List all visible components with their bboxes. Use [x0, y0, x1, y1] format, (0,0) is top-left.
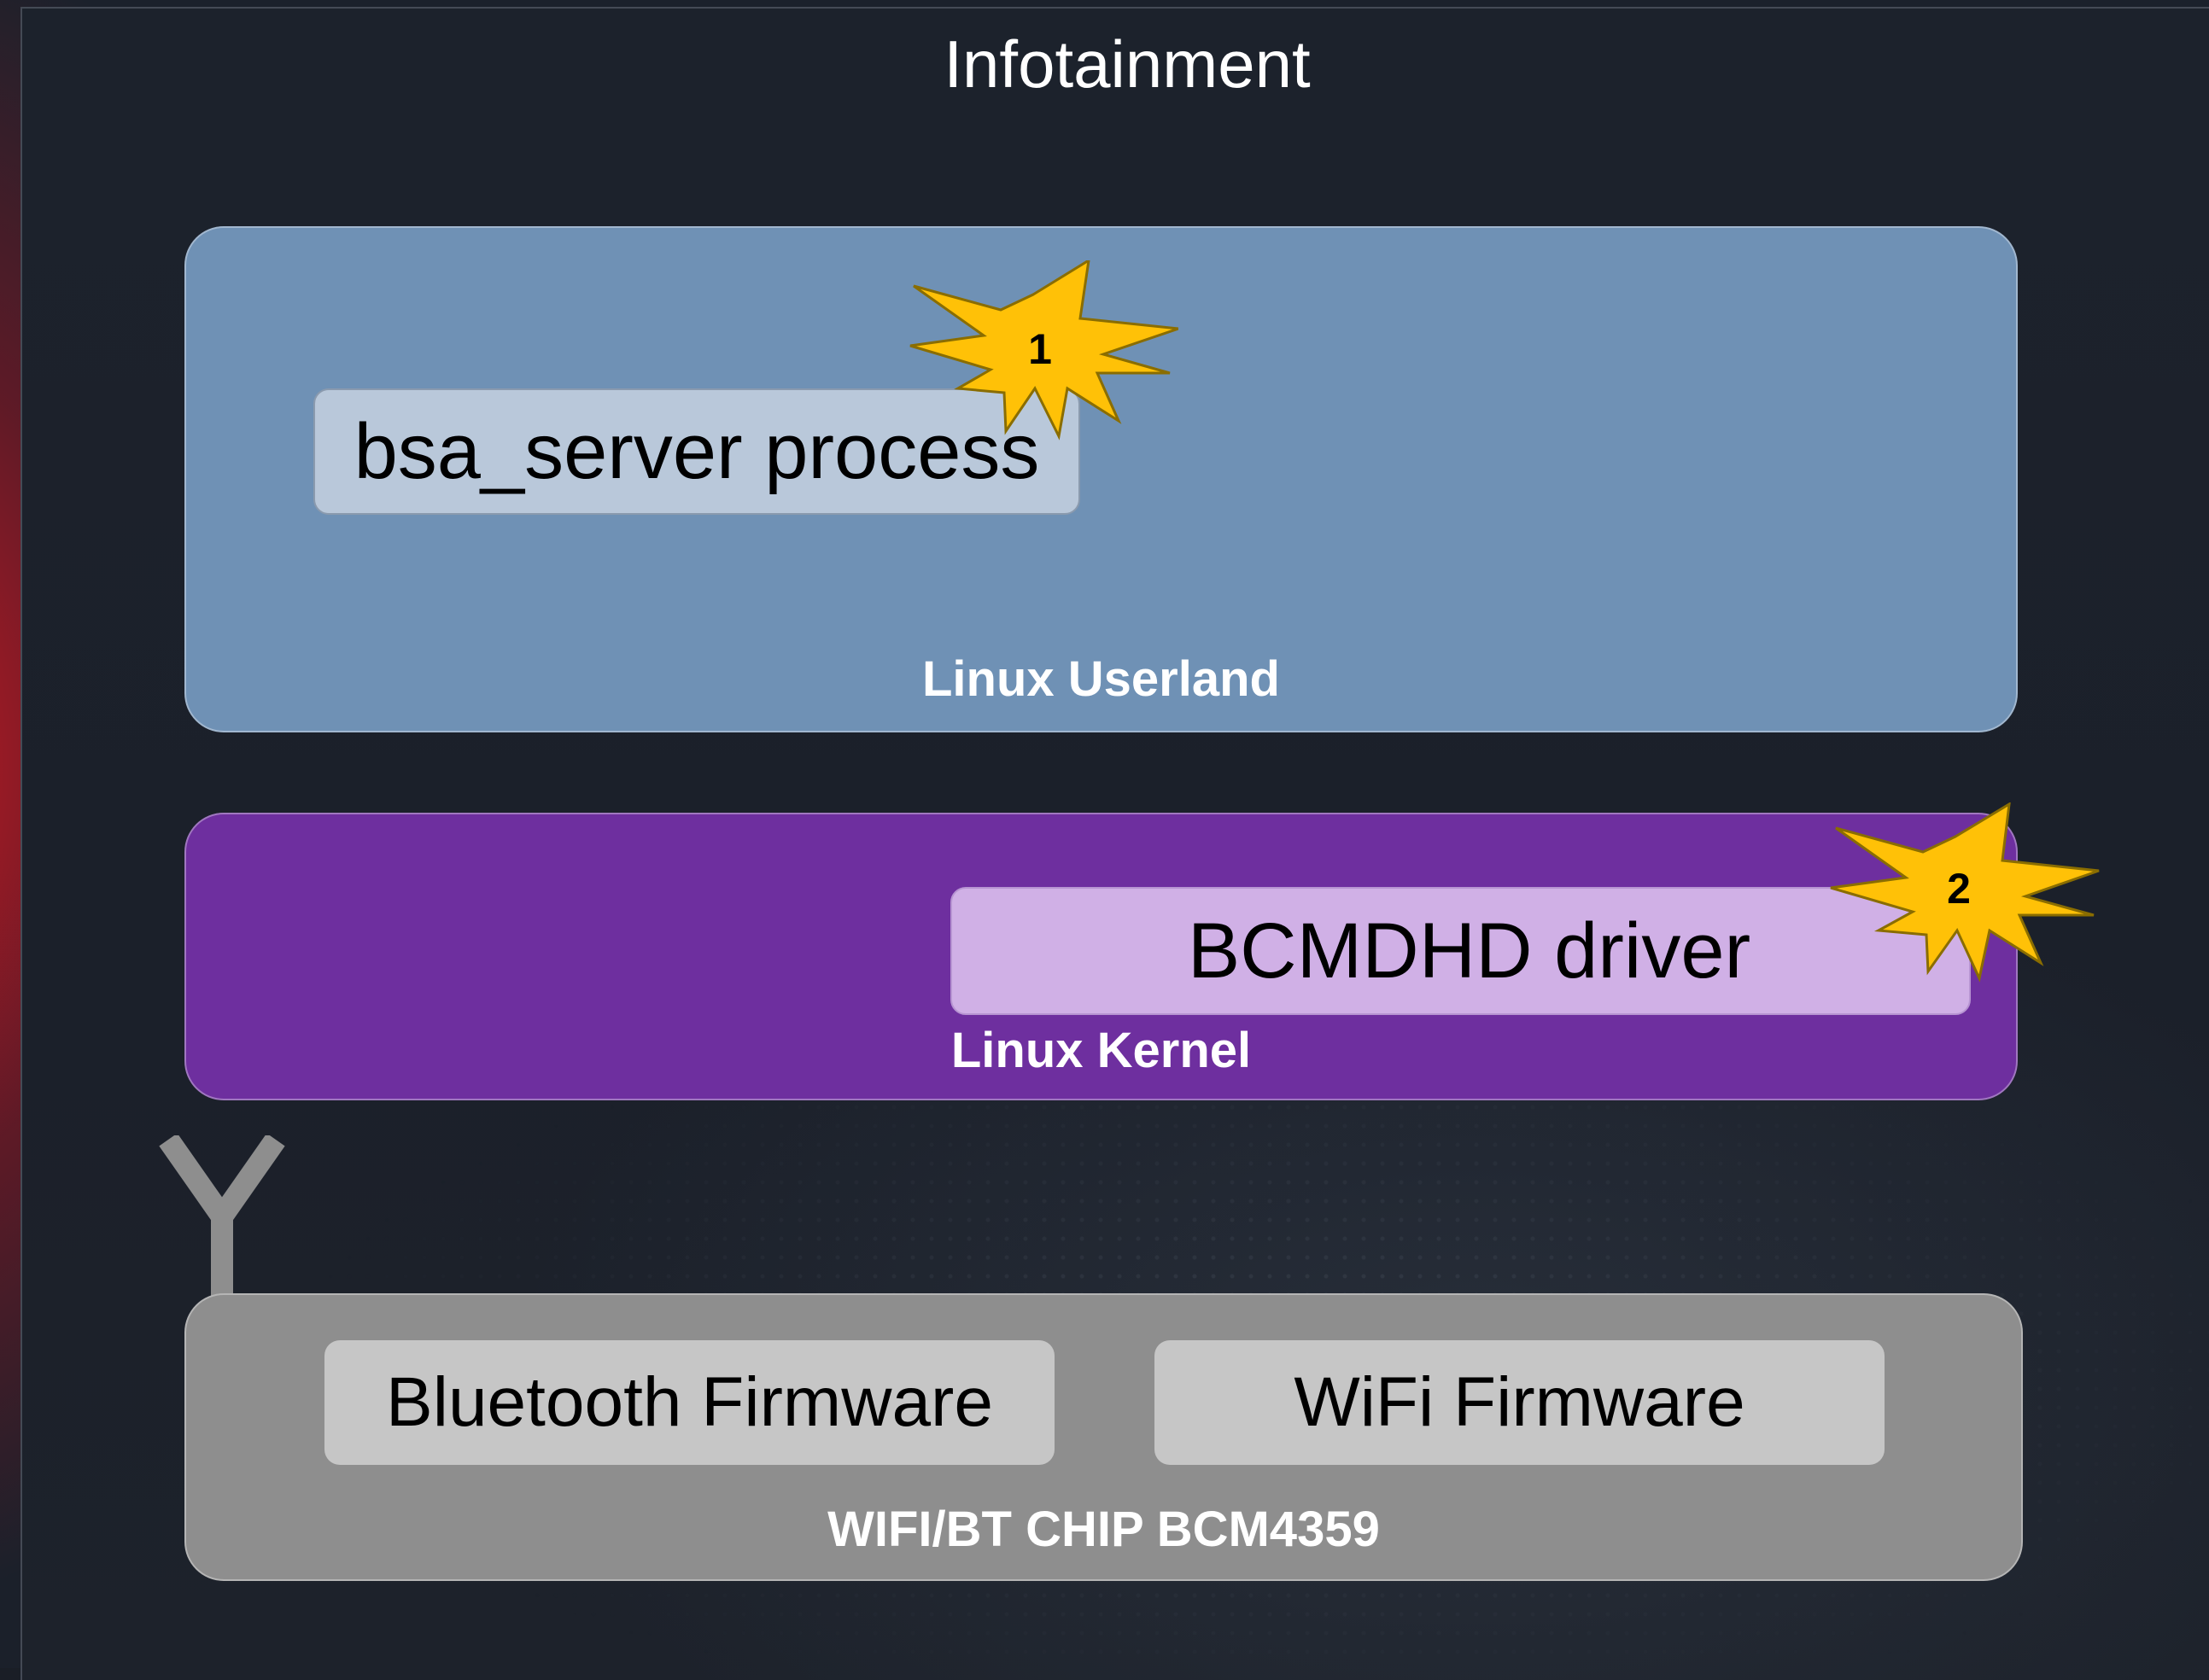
burst-1-number: 1 — [1028, 325, 1052, 373]
diagram-title: Infotainment — [944, 26, 1311, 102]
kernel-label: Linux Kernel — [950, 1023, 1252, 1078]
burst-2-number: 2 — [1947, 865, 1971, 913]
wifi-firmware-box: WiFi Firmware — [1154, 1340, 1885, 1465]
antenna-icon — [159, 1135, 285, 1298]
chip-label: WIFI/BT CHIP BCM4359 — [827, 1502, 1380, 1557]
userland-label: Linux Userland — [922, 651, 1280, 707]
bluetooth-firmware-box: Bluetooth Firmware — [324, 1340, 1055, 1465]
bcmdhd-driver-box: BCMDHD driver — [950, 887, 1971, 1015]
